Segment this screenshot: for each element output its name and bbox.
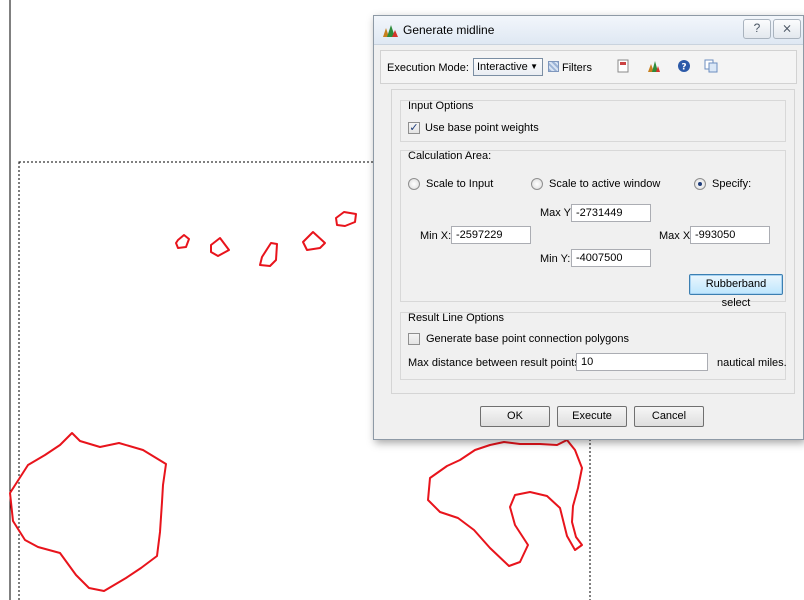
scale-to-active-window-radio[interactable] bbox=[531, 178, 543, 190]
ok-button[interactable]: OK bbox=[480, 406, 550, 427]
small-island-polygon-4 bbox=[302, 231, 326, 251]
cancel-button[interactable]: Cancel bbox=[634, 406, 704, 427]
specify-radio[interactable] bbox=[694, 178, 706, 190]
document-icon[interactable] bbox=[616, 59, 630, 73]
specify-label: Specify: bbox=[712, 178, 752, 190]
help-question-icon: ? bbox=[753, 21, 761, 35]
min-x-input[interactable] bbox=[451, 226, 531, 244]
execution-mode-value: Interactive bbox=[477, 61, 528, 73]
generate-polygons-label: Generate base point connection polygons bbox=[426, 333, 630, 345]
small-island-polygon-2 bbox=[210, 237, 230, 257]
filters-button[interactable]: Filters bbox=[562, 62, 592, 74]
dialog-toolbar: Execution Mode: Interactive ▼ Filters ? bbox=[380, 50, 797, 84]
use-base-point-weights-checkbox[interactable]: ✓ bbox=[408, 122, 420, 134]
max-x-input[interactable] bbox=[690, 226, 770, 244]
generate-polygons-checkbox[interactable] bbox=[408, 333, 420, 345]
filters-icon[interactable] bbox=[548, 61, 559, 72]
dialog-title: Generate midline bbox=[403, 23, 495, 37]
help-icon[interactable]: ? bbox=[677, 59, 691, 73]
input-options-group: Input Options ✓ Use base point weights bbox=[400, 100, 786, 142]
dialog-content-panel: Input Options ✓ Use base point weights C… bbox=[391, 89, 795, 394]
small-island-polygon-5 bbox=[335, 211, 357, 227]
execution-mode-label: Execution Mode: bbox=[387, 62, 469, 74]
min-y-input[interactable] bbox=[571, 249, 651, 267]
svg-text:?: ? bbox=[681, 63, 686, 73]
scale-to-input-radio[interactable] bbox=[408, 178, 420, 190]
small-island-polygon-3 bbox=[259, 242, 278, 267]
help-title-button[interactable]: ? bbox=[743, 19, 771, 39]
result-line-options-title: Result Line Options bbox=[408, 312, 504, 324]
execution-mode-select[interactable]: Interactive ▼ bbox=[473, 58, 543, 76]
small-island-polygon-1 bbox=[175, 234, 190, 249]
rubberband-select-button[interactable]: Rubberband select bbox=[689, 274, 783, 309]
execute-button[interactable]: Execute bbox=[557, 406, 627, 427]
large-island-polygon-right bbox=[427, 439, 583, 567]
input-options-title: Input Options bbox=[408, 100, 474, 112]
copy-icon[interactable] bbox=[704, 59, 718, 73]
app-logo-icon[interactable] bbox=[647, 59, 661, 73]
close-icon: ⨯ bbox=[781, 21, 793, 35]
scale-to-input-label: Scale to Input bbox=[426, 178, 494, 190]
dialog-titlebar[interactable]: Generate midline ? ⨯ bbox=[374, 16, 803, 45]
max-y-label: Max Y: bbox=[540, 207, 574, 219]
large-island-polygon-left bbox=[9, 432, 167, 592]
max-distance-label: Max distance between result points: bbox=[408, 357, 583, 369]
min-y-label: Min Y: bbox=[540, 253, 571, 265]
generate-midline-dialog: Generate midline ? ⨯ Execution Mode: Int… bbox=[373, 15, 804, 440]
nautical-miles-label: nautical miles. bbox=[717, 357, 787, 369]
calculation-area-title: Calculation Area: bbox=[408, 150, 492, 162]
max-x-label: Max X: bbox=[659, 230, 694, 242]
min-x-label: Min X: bbox=[420, 230, 452, 242]
result-line-options-group: Result Line Options Generate base point … bbox=[400, 312, 787, 380]
calculation-area-group: Calculation Area: Scale to Input Scale t… bbox=[400, 150, 786, 309]
use-base-point-weights-label: Use base point weights bbox=[425, 122, 539, 134]
chevron-down-icon: ▼ bbox=[530, 62, 538, 71]
close-title-button[interactable]: ⨯ bbox=[773, 19, 801, 39]
max-distance-input[interactable] bbox=[576, 353, 708, 371]
scale-to-active-window-label: Scale to active window bbox=[549, 178, 661, 190]
app-logo-icon bbox=[383, 25, 398, 37]
max-y-input[interactable] bbox=[571, 204, 651, 222]
